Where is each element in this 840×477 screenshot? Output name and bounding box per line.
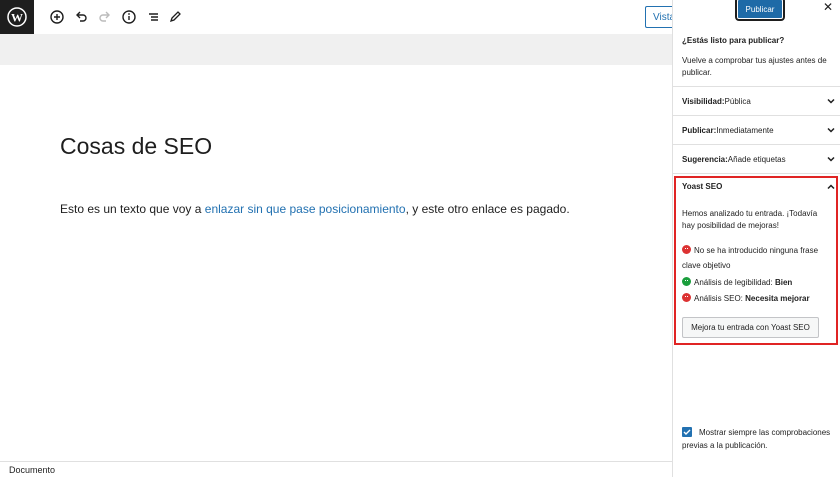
- editor-notice-area: [0, 34, 672, 65]
- always-show-checks[interactable]: Mostrar siempre las comprobaciones previ…: [682, 426, 832, 452]
- yoast-title[interactable]: Yoast SEO: [682, 182, 722, 191]
- readability-value: Bien: [774, 278, 793, 287]
- chevron-down-icon[interactable]: [826, 125, 836, 135]
- yoast-seo-result: Análisis SEO: Necesita mejorar: [682, 291, 832, 306]
- yoast-intro: Hemos analizado tu entrada. ¡Todavía hay…: [682, 209, 818, 230]
- visibility-key: Visibilidad:: [682, 96, 725, 106]
- ready-title: ¿Estás listo para publicar?: [682, 36, 785, 45]
- visibility-row[interactable]: Visibilidad: Pública: [672, 86, 840, 115]
- suggestion-value: Añade etiquetas: [727, 154, 786, 164]
- chevron-down-icon[interactable]: [826, 96, 836, 106]
- suggestion-row[interactable]: Sugerencia: Añade etiquetas: [672, 144, 840, 173]
- publish-value: Inmediatamente: [716, 125, 774, 135]
- publish-button[interactable]: Publicar: [735, 0, 785, 21]
- readability-label: Análisis de legibilidad:: [694, 278, 775, 287]
- paragraph-link[interactable]: enlazar sin que pase posicionamiento: [205, 202, 406, 216]
- seo-label: Análisis SEO:: [694, 294, 746, 303]
- wordpress-logo-icon[interactable]: W: [0, 0, 34, 34]
- undo-icon[interactable]: [72, 8, 90, 26]
- add-block-icon[interactable]: [48, 8, 66, 26]
- improve-with-yoast-button[interactable]: Mejora tu entrada con Yoast SEO: [682, 317, 819, 338]
- list-view-icon[interactable]: [144, 8, 162, 26]
- divider: [672, 173, 840, 174]
- yoast-keyphrase-result: No se ha introducido ninguna frase clave…: [682, 243, 832, 273]
- redo-icon[interactable]: [96, 8, 114, 26]
- svg-text:W: W: [11, 11, 23, 25]
- sad-face-icon: [682, 245, 691, 254]
- visibility-value: Pública: [724, 96, 751, 106]
- always-show-checkbox[interactable]: [682, 427, 692, 437]
- seo-value: Necesita mejorar: [745, 294, 810, 303]
- chevron-down-icon[interactable]: [826, 154, 836, 164]
- sad-face-icon: [682, 293, 691, 302]
- happy-face-icon: [682, 277, 691, 286]
- chevron-up-icon[interactable]: [826, 182, 836, 192]
- publish-key: Publicar:: [682, 125, 717, 135]
- details-info-icon[interactable]: [120, 8, 138, 26]
- paragraph-text: Esto es un texto que voy a: [60, 202, 205, 216]
- close-icon[interactable]: ✕: [821, 0, 835, 14]
- breadcrumb-document[interactable]: Documento: [9, 465, 55, 475]
- publish-schedule-row[interactable]: Publicar: Inmediatamente: [672, 115, 840, 144]
- tools-pencil-icon[interactable]: [166, 8, 184, 26]
- editor-toolbar: W Vista: [0, 0, 675, 34]
- ready-description: Vuelve a comprobar tus ajustes antes de …: [682, 56, 827, 77]
- check-icon: [683, 429, 691, 435]
- paragraph-text-after: , y este otro enlace es pagado.: [405, 202, 570, 216]
- yoast-readability-result: Análisis de legibilidad: Bien: [682, 275, 832, 290]
- suggestion-key: Sugerencia:: [682, 154, 728, 164]
- breadcrumb[interactable]: Documento: [0, 461, 672, 477]
- preview-button[interactable]: Vista: [645, 6, 675, 28]
- post-title[interactable]: Cosas de SEO: [60, 133, 212, 160]
- keyphrase-text: No se ha introducido ninguna frase clave…: [682, 246, 819, 270]
- paragraph-block[interactable]: Esto es un texto que voy a enlazar sin q…: [60, 202, 570, 216]
- always-show-label: Mostrar siempre las comprobaciones previ…: [682, 428, 831, 450]
